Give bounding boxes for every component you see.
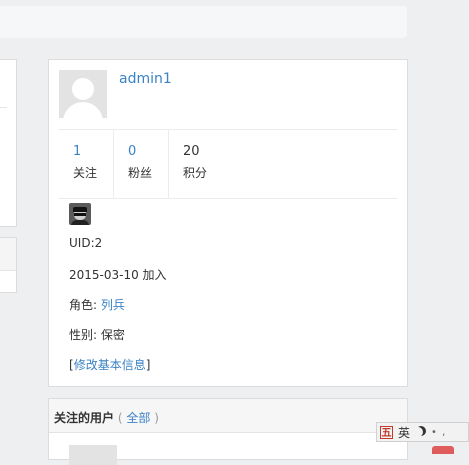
panel-header xyxy=(0,238,16,271)
divider xyxy=(0,107,7,108)
left-side-panel xyxy=(0,59,17,227)
avatar-head-shape xyxy=(72,78,94,100)
gender-text: 性别: 保密 xyxy=(69,328,125,342)
followers-count[interactable]: 0 xyxy=(128,144,168,159)
following-label: 关注 xyxy=(73,166,98,180)
all-following-link[interactable]: 全部 xyxy=(126,411,150,425)
role-link[interactable]: 列兵 xyxy=(101,298,125,312)
username-link[interactable]: admin1 xyxy=(119,71,172,87)
role-line: 角色: 列兵 xyxy=(69,296,125,313)
following-users-header: 关注的用户 ( 全部 ) xyxy=(49,399,407,433)
ime-toolbar[interactable]: 五 英 • , xyxy=(376,422,469,442)
following-users-card: 关注的用户 ( 全部 ) xyxy=(48,398,408,465)
ime-language-toggle[interactable]: 英 xyxy=(398,424,410,441)
red-corner-element xyxy=(432,446,454,454)
edit-basic-info-link[interactable]: 修改基本信息 xyxy=(74,358,146,372)
left-side-panel-2 xyxy=(0,237,17,293)
profile-card: admin1 1 关注 0 粉丝 20 积分 UID:2 2015-03-10 … xyxy=(48,59,408,387)
points-label: 积分 xyxy=(183,166,208,180)
user-avatar[interactable] xyxy=(59,70,107,118)
following-count[interactable]: 1 xyxy=(73,144,113,159)
moon-icon[interactable] xyxy=(413,427,423,437)
rank-badge-icon xyxy=(69,203,91,225)
edit-close-bracket: ] xyxy=(145,358,151,372)
edit-info-line: [修改基本信息] xyxy=(69,356,150,373)
stats-bar: 1 关注 0 粉丝 20 积分 xyxy=(59,129,397,199)
top-bar xyxy=(0,6,407,38)
role-label: 角色: xyxy=(69,298,98,312)
followers-label: 粉丝 xyxy=(128,166,153,180)
points-count: 20 xyxy=(183,144,200,159)
join-date-text: 2015-03-10 加入 xyxy=(69,268,167,282)
open-paren: ( xyxy=(117,411,123,425)
avatar-body-shape xyxy=(63,102,103,118)
following-users-title: 关注的用户 xyxy=(54,411,115,425)
followed-user-avatar[interactable] xyxy=(69,445,117,465)
more-dots-icon[interactable]: • , xyxy=(431,427,446,438)
uid-text: UID:2 xyxy=(69,236,103,250)
stat-followers[interactable]: 0 粉丝 xyxy=(114,130,169,198)
ime-logo-icon[interactable]: 五 xyxy=(380,425,393,439)
stat-points: 20 积分 xyxy=(169,130,249,198)
stat-following[interactable]: 1 关注 xyxy=(59,130,114,198)
close-paren: ) xyxy=(154,411,159,425)
